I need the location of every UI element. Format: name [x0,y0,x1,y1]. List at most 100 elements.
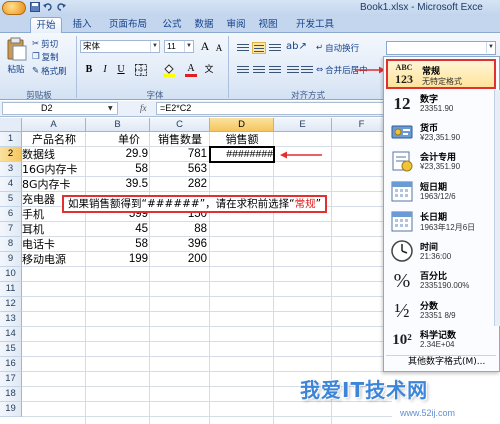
format-percentage[interactable]: % 百分比 2335190.00% [386,266,496,296]
cell-B7[interactable]: 45 [86,222,148,237]
row-header[interactable]: 3 [0,162,22,177]
decrease-indent-icon[interactable] [286,64,300,76]
cell-B9[interactable]: 199 [86,252,148,267]
row-header[interactable]: 7 [0,222,22,237]
row-header[interactable]: 4 [0,177,22,192]
cell-C3[interactable]: 563 [150,162,207,177]
align-middle-icon[interactable] [252,42,266,54]
cell-C8[interactable]: 396 [150,237,207,252]
cell-C1[interactable]: 销售数量 [150,132,210,147]
chevron-down-icon[interactable]: ▼ [150,41,159,52]
cell-A3[interactable]: 16G内存卡 [22,162,86,177]
row-header[interactable]: 18 [0,387,22,402]
select-all-corner[interactable] [0,118,22,132]
row-header[interactable]: 8 [0,237,22,252]
wrap-text-button[interactable]: ↵ 自动换行 [316,42,359,54]
cell-C2[interactable]: 781 [150,147,207,162]
chevron-down-icon[interactable]: ▼ [184,41,193,52]
row-header[interactable]: 6 [0,207,22,222]
chevron-down-icon[interactable]: ▼ [108,105,113,112]
save-icon[interactable] [30,2,40,12]
fill-color-button[interactable] [162,63,176,77]
underline-button[interactable]: U [114,63,128,77]
row-header[interactable]: 12 [0,297,22,312]
cell-A9[interactable]: 移动电源 [22,252,86,267]
selected-cell-D2[interactable]: ######## [209,146,275,163]
phonetic-button[interactable]: 文 [202,62,216,76]
italic-button[interactable]: I [98,63,112,77]
cell-A8[interactable]: 电话卡 [22,237,86,252]
gallery-scrollbar[interactable] [494,90,500,326]
tab-page-layout[interactable]: 页面布局 [104,17,152,33]
bold-button[interactable]: B [82,63,96,77]
cell-C9[interactable]: 200 [150,252,207,267]
format-long-date[interactable]: 长日期 1963年12月6日 [386,207,496,237]
tab-review[interactable]: 审阅 [224,17,248,33]
format-general[interactable]: ABC 123 常规 无特定格式 [386,59,496,89]
row-header[interactable]: 19 [0,402,22,417]
cut-button[interactable]: ✂ 剪切 [32,38,58,50]
cell-A2[interactable]: 数据线 [22,147,86,162]
row-header[interactable]: 9 [0,252,22,267]
font-color-button[interactable]: A [184,62,198,77]
row-header[interactable]: 10 [0,267,22,282]
column-header[interactable]: C [150,118,210,132]
office-button[interactable] [2,1,26,15]
tab-home[interactable]: 开始 [30,17,62,33]
tab-developer[interactable]: 开发工具 [292,17,338,33]
align-center-icon[interactable] [252,64,266,76]
chevron-down-icon[interactable]: ▼ [486,42,495,53]
align-left-icon[interactable] [236,64,250,76]
cell-B1[interactable]: 单价 [86,132,150,147]
align-bottom-icon[interactable] [268,42,282,54]
column-header[interactable]: E [274,118,332,132]
row-header[interactable]: 1 [0,132,22,147]
format-scientific[interactable]: 10² 科学记数 2.34E+04 [386,325,496,355]
undo-icon[interactable] [43,2,53,12]
fx-icon[interactable]: fx [140,103,147,113]
cell-B4[interactable]: 39.5 [86,177,148,192]
row-header[interactable]: 13 [0,312,22,327]
row-header[interactable]: 11 [0,282,22,297]
tab-view[interactable]: 视图 [256,17,280,33]
column-header[interactable]: D [210,118,274,132]
row-header[interactable]: 16 [0,357,22,372]
orientation-button[interactable]: ab↗ [286,41,307,52]
format-number[interactable]: 12 数字 23351.90 [386,89,496,119]
more-number-formats-link[interactable]: 其他数字格式(M)... [386,355,496,369]
cell-D1[interactable]: 销售额 [210,132,274,147]
shrink-font-button[interactable]: A [212,41,226,55]
redo-icon[interactable] [56,2,66,12]
cell-B3[interactable]: 58 [86,162,148,177]
row-header[interactable]: 17 [0,372,22,387]
format-time[interactable]: 时间 21:36:00 [386,237,496,267]
row-header[interactable]: 5 [0,192,22,207]
format-painter-button[interactable]: ✎ 格式刷 [32,65,67,77]
row-header[interactable]: 14 [0,327,22,342]
borders-button[interactable] [134,63,148,77]
row-header[interactable]: 2 [0,147,22,162]
font-name-combo[interactable]: 宋体 ▼ [80,40,160,53]
cell-A1[interactable]: 产品名称 [22,132,86,147]
cell-C4[interactable]: 282 [150,177,207,192]
align-top-icon[interactable] [236,42,250,54]
format-accounting[interactable]: 会计专用 ¥23,351.90 [386,147,496,177]
name-box[interactable]: D2 [2,102,118,115]
row-header[interactable]: 15 [0,342,22,357]
format-currency[interactable]: 货币 ¥23,351.90 [386,118,496,148]
grow-font-button[interactable]: A [198,39,212,53]
number-format-combo[interactable]: ▼ [386,41,496,55]
copy-button[interactable]: ❐ 复制 [32,51,59,63]
format-short-date[interactable]: 短日期 1963/12/6 [386,177,496,207]
column-header[interactable]: A [22,118,86,132]
cell-C7[interactable]: 88 [150,222,207,237]
tab-formulas[interactable]: 公式 [160,17,184,33]
increase-indent-icon[interactable] [300,64,314,76]
align-right-icon[interactable] [268,64,282,76]
cell-A4[interactable]: 8G内存卡 [22,177,86,192]
formula-input[interactable]: =E2*C2 [156,102,390,115]
cell-B2[interactable]: 29.9 [86,147,148,162]
tab-insert[interactable]: 插入 [70,17,94,33]
format-fraction[interactable]: ½ 分数 23351 8/9 [386,296,496,326]
column-header[interactable]: B [86,118,150,132]
